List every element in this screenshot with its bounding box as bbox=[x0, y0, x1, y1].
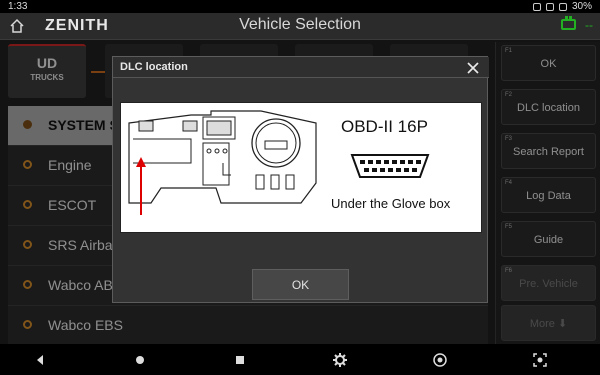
app-logo: ZENITH bbox=[45, 17, 109, 34]
status-right: 30% bbox=[532, 1, 592, 12]
browser-icon[interactable] bbox=[432, 352, 448, 368]
navigation-bar bbox=[0, 344, 600, 375]
settings-icon[interactable] bbox=[332, 352, 348, 368]
battery-percent: 30% bbox=[571, 1, 592, 12]
connection-indicator: -- bbox=[585, 18, 593, 32]
home-icon[interactable] bbox=[9, 18, 25, 34]
dlc-location-dialog: DLC location OBD-II 16P Under the Glove … bbox=[112, 56, 489, 303]
obd-caption: Under the Glove box bbox=[331, 196, 451, 211]
obd-connector-icon bbox=[350, 154, 430, 178]
battery-status-icon bbox=[558, 2, 567, 11]
status-time: 1:33 bbox=[8, 1, 28, 12]
screen: 1:33 30% ZENITH Vehicle Selection -- UD … bbox=[0, 0, 600, 375]
status-bar: 1:33 30% bbox=[0, 0, 600, 13]
screenshot-icon[interactable] bbox=[532, 352, 548, 368]
close-icon[interactable] bbox=[466, 61, 480, 75]
app-bar: ZENITH Vehicle Selection -- bbox=[0, 13, 600, 40]
page-title: Vehicle Selection bbox=[239, 16, 361, 33]
dialog-title: DLC location bbox=[120, 61, 188, 73]
battery-icon bbox=[561, 16, 576, 30]
obd-title: OBD-II 16P bbox=[341, 117, 428, 136]
recents-icon[interactable] bbox=[232, 352, 248, 368]
dialog-ok-button[interactable]: OK bbox=[252, 269, 349, 300]
back-icon[interactable] bbox=[32, 352, 48, 368]
cab-diagram bbox=[128, 110, 317, 215]
dlc-location-image: OBD-II 16P Under the Glove box bbox=[120, 102, 482, 233]
wifi-icon bbox=[545, 2, 554, 11]
home-nav-icon[interactable] bbox=[132, 352, 148, 368]
dialog-header: DLC location bbox=[113, 57, 489, 78]
sync-icon bbox=[532, 2, 541, 11]
